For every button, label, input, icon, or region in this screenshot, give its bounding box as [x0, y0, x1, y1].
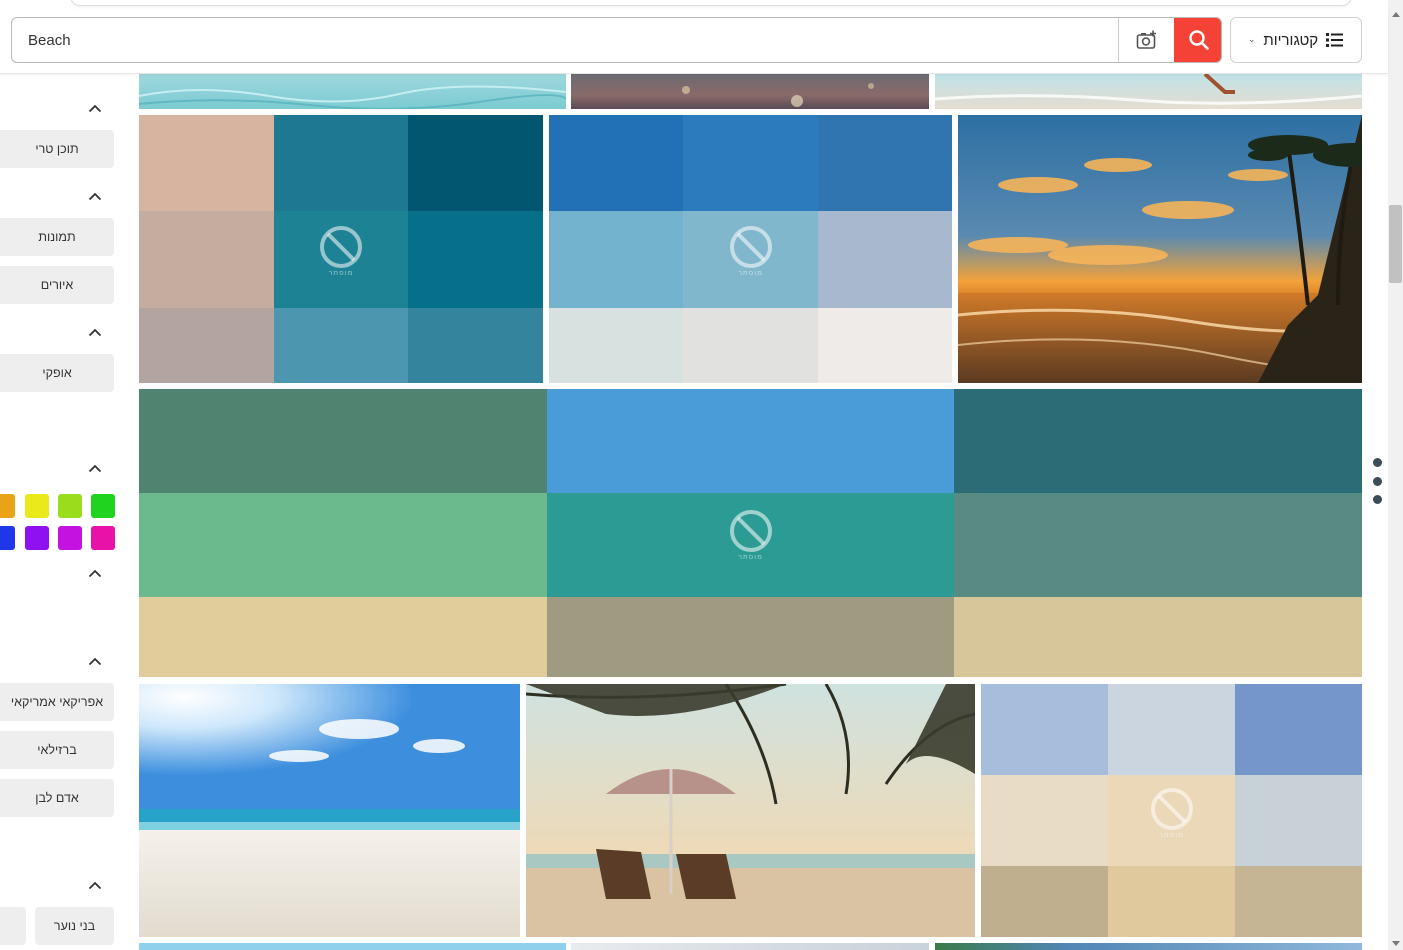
filter-age-partial[interactable] — [0, 907, 26, 945]
filter-caucasian[interactable]: אדם לבן — [0, 779, 114, 817]
magnifier-icon — [1188, 30, 1209, 50]
result-thumb-partial-1[interactable] — [139, 943, 566, 950]
result-thumb-palette-teal[interactable]: מוסתר — [139, 115, 543, 383]
result-thumb-palette-green[interactable]: מוסתר — [139, 389, 1362, 677]
color-swatch[interactable] — [91, 526, 115, 550]
color-swatch[interactable] — [0, 526, 15, 550]
page-scrollbar[interactable] — [1388, 0, 1403, 950]
result-thumb-beach-umbrella[interactable] — [526, 684, 975, 937]
filter-teens[interactable]: בני נוער — [35, 907, 114, 945]
search-button[interactable] — [1174, 18, 1221, 62]
result-thumb-palette-sand[interactable]: מוסתר — [981, 684, 1362, 937]
image-unavailable-caption: מוסתר — [328, 269, 354, 277]
results-grid: מוסתר מוסתר מוסתר מוסתר — [139, 74, 1362, 950]
result-thumb-tropical-sunset[interactable] — [958, 115, 1362, 383]
tab-outline — [70, 0, 1352, 6]
categories-label: קטגוריות — [1263, 31, 1319, 49]
image-unavailable-caption: מוסתר — [1159, 830, 1184, 839]
image-unavailable-icon: מוסתר — [729, 509, 773, 565]
image-unavailable-caption: מוסתר — [738, 269, 763, 277]
color-swatch[interactable] — [58, 526, 82, 550]
chevron-down-icon: ⌄ — [1247, 35, 1256, 45]
collapse-content-type[interactable] — [86, 101, 104, 115]
image-unavailable-caption: מוסתר — [738, 553, 763, 561]
camera-plus-icon — [1136, 30, 1156, 49]
result-thumb-partial-3[interactable] — [935, 943, 1362, 950]
color-swatch[interactable] — [25, 526, 49, 550]
scrollbar-thumb[interactable] — [1389, 205, 1402, 283]
result-thumb-bokeh-beach[interactable] — [571, 74, 929, 109]
filter-photos[interactable]: תמונות — [0, 218, 114, 256]
result-thumb-white-sand-beach[interactable] — [139, 684, 520, 937]
filter-horizontal[interactable]: אופקי — [0, 354, 114, 392]
chevron-up-icon — [88, 657, 102, 665]
image-unavailable-icon: מוסתר — [319, 225, 363, 281]
search-header: ⌄ קטגוריות — [0, 9, 1388, 74]
result-thumb-beach-chair[interactable] — [935, 74, 1362, 109]
collapse-orientation[interactable] — [86, 325, 104, 339]
categories-dropdown[interactable]: ⌄ קטגוריות — [1230, 17, 1362, 63]
result-thumb-palette-blue[interactable]: מוסתר — [549, 115, 952, 383]
filters-sidebar: תוכן טרי תמונות איורים אופקי אפריקאי אמר… — [0, 74, 130, 950]
chevron-up-icon — [88, 192, 102, 200]
result-thumb-partial-2[interactable] — [571, 943, 929, 950]
chevron-up-icon — [88, 104, 102, 112]
image-unavailable-icon: מוסתר — [1150, 787, 1194, 843]
more-options-icon[interactable] — [1371, 458, 1383, 504]
result-thumb-abstract-water[interactable] — [139, 74, 566, 109]
color-swatch[interactable] — [25, 494, 49, 518]
collapse-colors[interactable] — [86, 461, 104, 475]
filter-african-american[interactable]: אפריקאי אמריקאי — [0, 683, 114, 721]
collapse-people[interactable] — [86, 566, 104, 580]
image-unavailable-icon: מוסתר — [729, 225, 773, 281]
search-input[interactable] — [12, 18, 1117, 62]
chevron-up-icon — [88, 569, 102, 577]
collapse-image-type[interactable] — [86, 189, 104, 203]
visual-search-button[interactable] — [1118, 18, 1174, 62]
collapse-ethnicity[interactable] — [86, 654, 104, 668]
filter-fresh-content[interactable]: תוכן טרי — [0, 130, 114, 168]
chevron-up-icon — [88, 464, 102, 472]
color-swatch[interactable] — [0, 494, 15, 518]
color-swatch[interactable] — [58, 494, 82, 518]
color-swatch[interactable] — [91, 494, 115, 518]
list-icon — [1326, 33, 1344, 47]
scroll-up-arrow-icon[interactable] — [1392, 12, 1400, 17]
filter-brazilian[interactable]: ברזילאי — [0, 731, 114, 769]
search-bar — [11, 17, 1222, 63]
scroll-down-arrow-icon[interactable] — [1392, 941, 1400, 946]
browser-top-strip — [0, 0, 1388, 8]
collapse-age[interactable] — [86, 878, 104, 892]
chevron-up-icon — [88, 328, 102, 336]
chevron-up-icon — [88, 881, 102, 889]
filter-illustrations[interactable]: איורים — [0, 266, 114, 304]
